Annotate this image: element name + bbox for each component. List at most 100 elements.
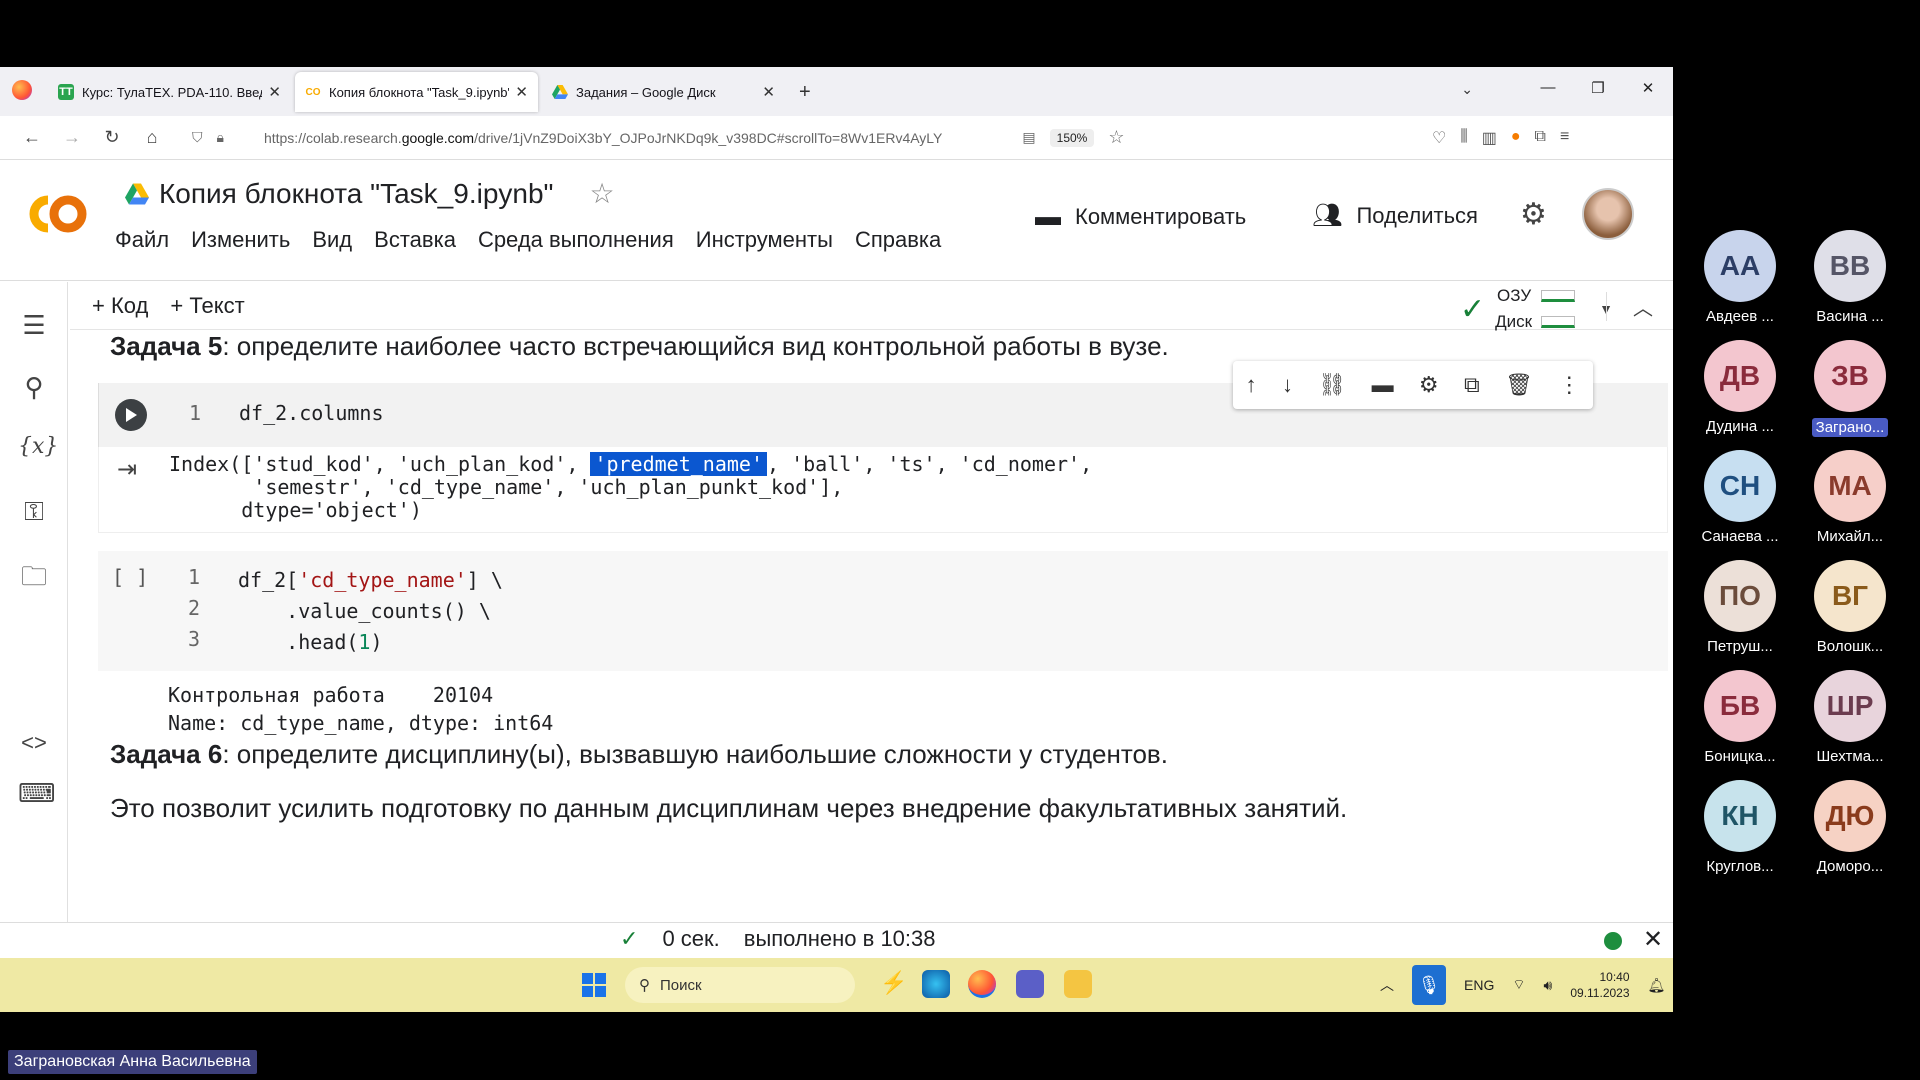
participant-tile[interactable]: КН Круглов... (1685, 780, 1795, 875)
collapse-header-icon[interactable]: ︿ (1606, 292, 1653, 321)
menu-runtime[interactable]: Среда выполнения (478, 227, 674, 253)
star-icon[interactable]: ☆ (589, 177, 614, 210)
code-snippets-icon[interactable]: <> (18, 730, 50, 756)
close-window-icon[interactable]: ✕ (1623, 79, 1673, 97)
chevron-up-icon[interactable]: ︿ (1380, 975, 1394, 995)
library-icon[interactable]: ⫼ (1460, 128, 1467, 148)
add-text-button[interactable]: + Текст (170, 293, 244, 319)
participant-tile[interactable]: ШР Шехтма... (1795, 670, 1905, 765)
wifi-icon[interactable]: ⌔ (1512, 976, 1525, 994)
move-up-icon[interactable]: ↑ (1246, 372, 1257, 398)
secrets-key-icon[interactable]: ⚿ (18, 496, 50, 528)
code-block[interactable]: df_2['cd_type_name'] \ .value_counts() \… (238, 565, 503, 658)
files-folder-icon[interactable]: 🗀 (18, 558, 50, 602)
ram-bar (1541, 290, 1576, 302)
home-icon[interactable]: ⌂ (132, 127, 172, 148)
link-icon[interactable]: ⛓ (1318, 372, 1346, 398)
participant-tile[interactable]: ВГ Волошк... (1795, 560, 1905, 655)
comment-button[interactable]: ▬ Комментировать (1035, 201, 1246, 232)
participant-tile[interactable]: ВВ Васина ... (1795, 230, 1905, 325)
forward-icon[interactable]: → (52, 127, 92, 148)
language-indicator[interactable]: ENG (1464, 977, 1494, 993)
menu-tools[interactable]: Инструменты (696, 227, 833, 253)
cell-settings-icon[interactable]: ⚙ (1419, 372, 1439, 398)
restore-icon[interactable]: ❐ (1573, 79, 1623, 97)
table-of-contents-icon[interactable]: ☰ (18, 310, 50, 341)
share-button[interactable]: 👥︎ Поделиться (1312, 201, 1478, 230)
sidebar-icon[interactable]: ▥ (1482, 128, 1497, 148)
colab-logo-icon[interactable] (22, 191, 92, 237)
notebook-title[interactable]: Копия блокнота "Task_9.ipynb" (159, 178, 553, 210)
close-tab-icon[interactable]: ✕ (268, 83, 281, 101)
close-tab-icon[interactable]: ✕ (515, 83, 528, 101)
code-cell-2[interactable]: [ ] 1 2 3 df_2['cd_type_name'] \ .value_… (98, 551, 1668, 671)
participant-tile[interactable]: МА Михайл... (1795, 450, 1905, 545)
tab-colab[interactable]: CO Копия блокнота "Task_9.ipynb" ✕ (295, 72, 538, 112)
mirror-cell-icon[interactable]: ⧉ (1464, 372, 1480, 398)
execution-count[interactable]: [ ] (112, 565, 148, 589)
new-tab-icon[interactable]: + (799, 81, 811, 104)
bookmark-star-icon[interactable]: ☆ (1108, 127, 1124, 148)
run-cell-button[interactable] (115, 399, 147, 431)
participant-avatar: ШР (1814, 670, 1886, 742)
pocket-icon[interactable]: ♡ (1432, 128, 1446, 148)
url-bar[interactable]: ⛉ 🔒︎ https://colab.research.google.com/d… (192, 121, 1312, 155)
terminal-icon[interactable]: ⌨ (18, 778, 56, 809)
url-prefix: https://colab.research. (263, 129, 402, 146)
move-down-icon[interactable]: ↓ (1282, 372, 1293, 398)
reload-icon[interactable]: ↻ (92, 127, 132, 148)
menu-insert[interactable]: Вставка (374, 227, 456, 253)
search-placeholder: Поиск (660, 976, 702, 994)
extension-icon[interactable]: ● (1511, 128, 1521, 148)
comment-cell-icon[interactable]: ▬ (1372, 372, 1394, 398)
play-icon (126, 408, 137, 422)
participant-name: Петруш... (1707, 638, 1773, 655)
menu-edit[interactable]: Изменить (191, 227, 290, 253)
zoom-badge[interactable]: 150% (1049, 128, 1095, 147)
user-avatar[interactable] (1582, 188, 1634, 240)
shield-icon[interactable]: ⛉ (192, 129, 203, 146)
extensions-icon[interactable]: ⧉ (1535, 128, 1546, 148)
menu-help[interactable]: Справка (855, 227, 941, 253)
menu-file[interactable]: Файл (115, 227, 169, 253)
runtime-resources[interactable]: ✓ ОЗУ Диск ▼ (1460, 286, 1613, 332)
tab-course[interactable]: ТТ Курс: ТулаТЕХ. PDA-110. Введе ✕ (48, 72, 291, 112)
explorer-folder-icon[interactable] (1064, 970, 1092, 998)
menu-view[interactable]: Вид (312, 227, 352, 253)
teams-icon[interactable] (1016, 970, 1044, 998)
variables-icon[interactable]: {x} (18, 434, 58, 459)
participant-tile[interactable]: ДЮ Доморо... (1795, 780, 1905, 875)
clock[interactable]: 10:40 09.11.2023 (1570, 969, 1629, 1001)
participant-tile[interactable]: ДВ Дудина ... (1685, 340, 1795, 435)
edge-icon[interactable] (922, 970, 950, 998)
url-text[interactable]: https://colab.research.google.com/drive/… (264, 130, 942, 146)
lock-icon[interactable]: 🔒︎ (217, 129, 224, 146)
volume-icon[interactable]: 🔊︎ (1544, 977, 1553, 994)
minimize-icon[interactable]: — (1523, 79, 1573, 97)
close-status-icon[interactable]: ✕ (1643, 925, 1663, 954)
delete-icon[interactable]: 🗑︎ (1505, 372, 1533, 398)
participant-tile[interactable]: БВ Боницка... (1685, 670, 1795, 765)
microphone-icon[interactable]: 🎙︎ (1412, 965, 1446, 1005)
code-line[interactable]: df_2.columns (239, 401, 384, 425)
menu-icon[interactable]: ≡ (1560, 128, 1569, 148)
participant-tile[interactable]: АА Авдеев ... (1685, 230, 1795, 325)
notifications-icon[interactable]: 🔔︎ (1648, 977, 1666, 994)
participant-tile[interactable]: СН Санаева ... (1685, 450, 1795, 545)
participant-tile[interactable]: ЗВ Заграно... (1795, 340, 1905, 442)
copilot-icon[interactable]: ⚡ (880, 970, 908, 998)
taskbar-search[interactable]: ⚲ Поиск (625, 967, 855, 1003)
firefox-taskbar-icon[interactable] (968, 970, 996, 998)
list-tabs-icon[interactable]: ⌄ (1461, 81, 1473, 98)
tab-drive[interactable]: Задания – Google Диск ✕ (542, 72, 785, 112)
back-icon[interactable]: ← (12, 127, 52, 148)
more-options-icon[interactable]: ⋮ (1558, 372, 1580, 398)
participant-tile[interactable]: ПО Петруш... (1685, 560, 1795, 655)
add-code-button[interactable]: + Код (92, 293, 148, 319)
windows-start-icon[interactable] (582, 973, 606, 997)
output-icon[interactable]: ⇥ (117, 455, 137, 484)
reader-icon[interactable]: ▤ (1022, 129, 1035, 146)
settings-gear-icon[interactable]: ⚙ (1520, 197, 1547, 232)
close-tab-icon[interactable]: ✕ (762, 83, 775, 101)
search-icon[interactable]: ⚲ (18, 372, 50, 403)
